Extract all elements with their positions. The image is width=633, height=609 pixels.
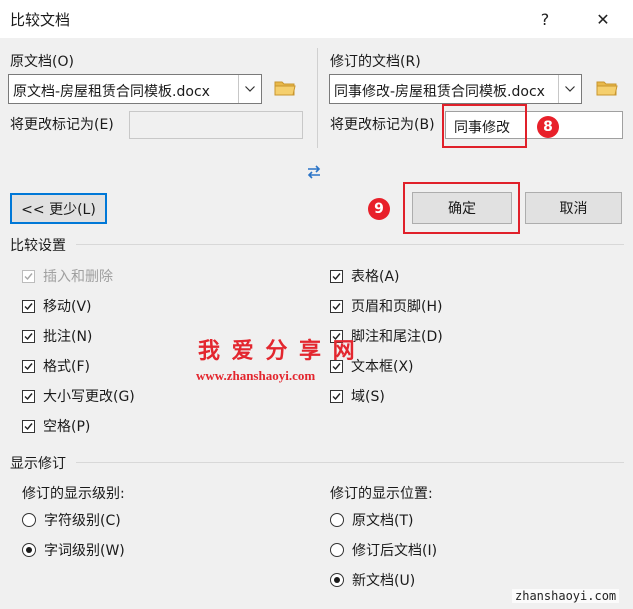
checkbox-box [330,389,343,403]
radio-word-level[interactable]: 字词级别(W) [22,540,125,560]
watermark-url: www.zhanshaoyi.com [196,368,316,383]
revised-mark-label: 将更改标记为(B) [330,117,435,133]
checkbox-label: 空格(P) [43,419,91,435]
checkbox-label: 大小写更改(G) [43,389,135,405]
compare-settings-divider [76,244,624,245]
checkbox-formatting[interactable]: 格式(F) [22,356,90,376]
checkbox-box [330,299,343,313]
close-button[interactable]: ✕ [588,4,618,34]
checkbox-box [22,329,35,343]
highlight-box-9 [403,182,520,234]
checkbox-label: 表格(A) [351,269,400,285]
radio-circle [330,573,344,587]
show-changes-divider [76,462,624,463]
radio-selected-dot [334,577,340,583]
radio-label: 字词级别(W) [44,543,125,559]
folder-icon[interactable] [596,79,620,99]
compare-documents-dialog: 比较文档 ? ✕ 原文档(O) 原文档-房屋租赁合同模板.docx 将更改标记为… [0,0,633,609]
radio-circle [330,543,344,557]
compare-settings-heading: 比较设置 [10,238,66,254]
checkbox-headers-footers[interactable]: 页眉和页脚(H) [330,296,442,316]
help-button[interactable]: ? [530,4,560,34]
checkbox-case-changes[interactable]: 大小写更改(G) [22,386,135,406]
radio-selected-dot [26,547,32,553]
checkbox-box [22,359,35,373]
original-document-label: 原文档(O) [10,54,74,70]
checkbox-fields[interactable]: 域(S) [330,386,385,406]
checkbox-insert-delete[interactable]: 插入和删除 [22,266,113,286]
less-button[interactable]: << 更少(L) [10,193,107,224]
radio-new-document[interactable]: 新文档(U) [330,570,415,590]
original-document-combo[interactable]: 原文档-房屋租赁合同模板.docx [8,74,262,104]
checkbox-box [22,299,35,313]
radio-circle [22,513,36,527]
checkbox-label: 移动(V) [43,299,92,315]
checkbox-white-space[interactable]: 空格(P) [22,416,90,436]
original-document-value: 原文档-房屋租赁合同模板.docx [13,84,210,100]
checkbox-label: 文本框(X) [351,359,414,375]
checkbox-comments[interactable]: 批注(N) [22,326,92,346]
close-icon: ✕ [596,9,610,29]
radio-character-level[interactable]: 字符级别(C) [22,510,121,530]
show-changes-at-label: 修订的显示级别: [22,486,125,502]
folder-icon[interactable] [274,79,298,99]
checkbox-box [22,419,35,433]
highlight-box-8 [442,104,527,148]
chevron-down-icon[interactable] [238,75,261,103]
show-changes-heading: 显示修订 [10,456,66,472]
chevron-down-icon[interactable] [558,75,581,103]
show-changes-in-label: 修订的显示位置: [330,486,433,502]
revised-document-combo[interactable]: 同事修改-房屋租赁合同模板.docx [329,74,582,104]
radio-label: 字符级别(C) [44,513,121,529]
checkbox-label: 插入和删除 [43,269,113,285]
annotation-badge-9: 9 [368,198,390,220]
corner-watermark: zhanshaoyi.com [512,589,620,603]
title-bar: 比较文档 ? ✕ [0,0,633,38]
radio-label: 修订后文档(I) [352,543,438,559]
radio-label: 新文档(U) [352,573,416,589]
checkbox-label: 脚注和尾注(D) [351,329,443,345]
cancel-button[interactable]: 取消 [525,192,622,224]
checkbox-tables[interactable]: 表格(A) [330,266,400,286]
original-mark-input[interactable] [129,111,303,139]
checkbox-label: 格式(F) [43,359,90,375]
dialog-title: 比较文档 [10,11,71,29]
checkbox-box [22,269,35,283]
radio-revised-document[interactable]: 修订后文档(I) [330,540,437,560]
annotation-badge-8: 8 [537,116,559,138]
help-icon: ? [540,9,550,29]
revised-document-label: 修订的文档(R) [330,54,421,70]
checkbox-moves[interactable]: 移动(V) [22,296,92,316]
checkbox-box [330,269,343,283]
column-divider [317,48,318,148]
checkbox-label: 批注(N) [43,329,93,345]
watermark-title: 我 爱 分 享 网 [198,339,357,364]
swap-documents-icon[interactable] [305,164,325,182]
checkbox-label: 域(S) [351,389,385,405]
original-mark-label: 将更改标记为(E) [10,117,114,133]
checkbox-label: 页眉和页脚(H) [351,299,443,315]
checkbox-box [22,389,35,403]
radio-label: 原文档(T) [352,513,414,529]
radio-circle [330,513,344,527]
revised-document-value: 同事修改-房屋租赁合同模板.docx [334,84,545,100]
radio-original-document[interactable]: 原文档(T) [330,510,413,530]
radio-circle [22,543,36,557]
